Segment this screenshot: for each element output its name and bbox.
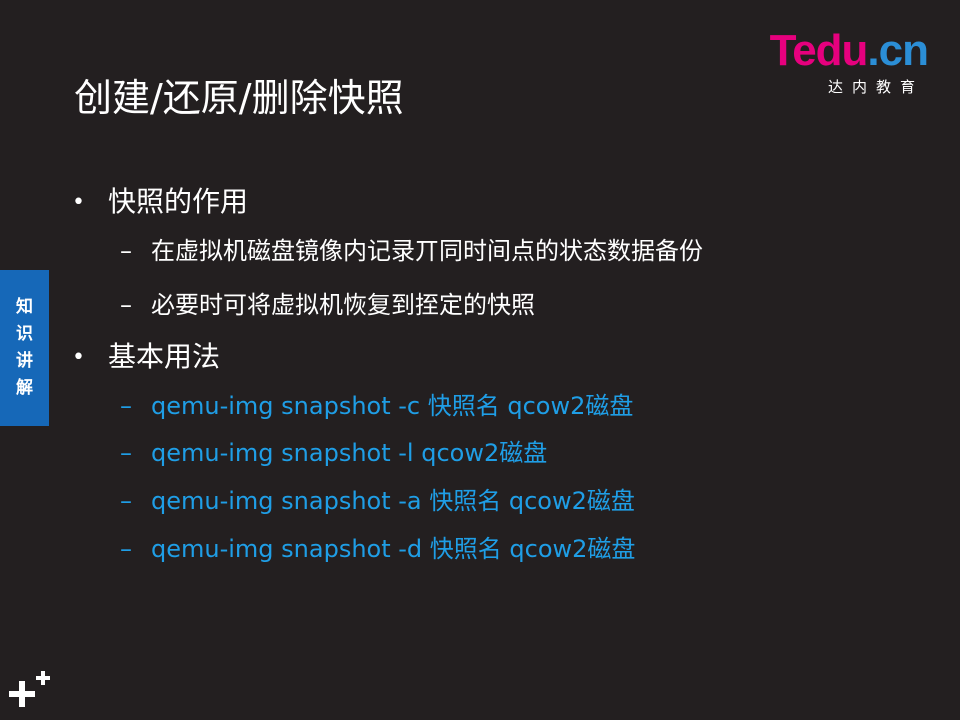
side-tab-label: 知识讲解 xyxy=(16,297,33,398)
sub-item-text: 必要时可将虚拟机恢复到挃定的快照 xyxy=(151,291,535,319)
command-item: – qemu-img snapshot -a 快照名 qcow2磁盘 xyxy=(120,485,635,517)
bullet-purpose: • 快照的作用 xyxy=(72,184,248,221)
command-item: – qemu-img snapshot -c 快照名 qcow2磁盘 xyxy=(120,390,633,422)
dash-icon: – xyxy=(120,487,132,515)
sub-item: – 在虚拟机磁盘镜像内记录丌同时间点的状态数据备份 xyxy=(120,235,703,267)
logo-brand: Tedu xyxy=(769,26,869,75)
logo-tagline: 达内教育 xyxy=(827,78,924,96)
slide: Tedu.cn 达内教育 创建/还原/删除快照 知识讲解 • 快照的作用 – 在虚拟… xyxy=(0,0,960,720)
dash-icon: – xyxy=(120,237,132,265)
bullet-icon: • xyxy=(72,345,85,370)
dash-icon: – xyxy=(120,439,132,467)
command-text: qemu-img snapshot -l qcow2磁盘 xyxy=(151,439,548,467)
logo-suffix: .cn xyxy=(867,26,929,75)
bullet-usage: • 基本用法 xyxy=(72,339,220,376)
sub-item: – 必要时可将虚拟机恢复到挃定的快照 xyxy=(120,289,535,321)
command-item: – qemu-img snapshot -d 快照名 qcow2磁盘 xyxy=(120,533,635,565)
plus-logo-icon xyxy=(9,671,50,707)
dash-icon: – xyxy=(120,535,132,563)
sub-item-text: 在虚拟机磁盘镜像内记录丌同时间点的状态数据备份 xyxy=(151,237,703,265)
bullet-label: 快照的作用 xyxy=(108,185,249,218)
command-item: – qemu-img snapshot -l qcow2磁盘 xyxy=(120,437,547,469)
dash-icon: – xyxy=(120,392,132,420)
bullet-label: 基本用法 xyxy=(108,340,221,373)
command-text: qemu-img snapshot -a 快照名 qcow2磁盘 xyxy=(151,487,635,515)
command-text: qemu-img snapshot -d 快照名 qcow2磁盘 xyxy=(151,535,636,563)
side-tab: 知识讲解 xyxy=(0,270,49,426)
bullet-icon: • xyxy=(72,190,85,215)
slide-title: 创建/还原/删除快照 xyxy=(74,76,404,120)
command-text: qemu-img snapshot -c 快照名 qcow2磁盘 xyxy=(151,392,634,420)
dash-icon: – xyxy=(120,291,132,319)
logo-wordmark: Tedu.cn xyxy=(769,26,929,76)
tedu-logo: Tedu.cn 达内教育 xyxy=(746,26,929,100)
